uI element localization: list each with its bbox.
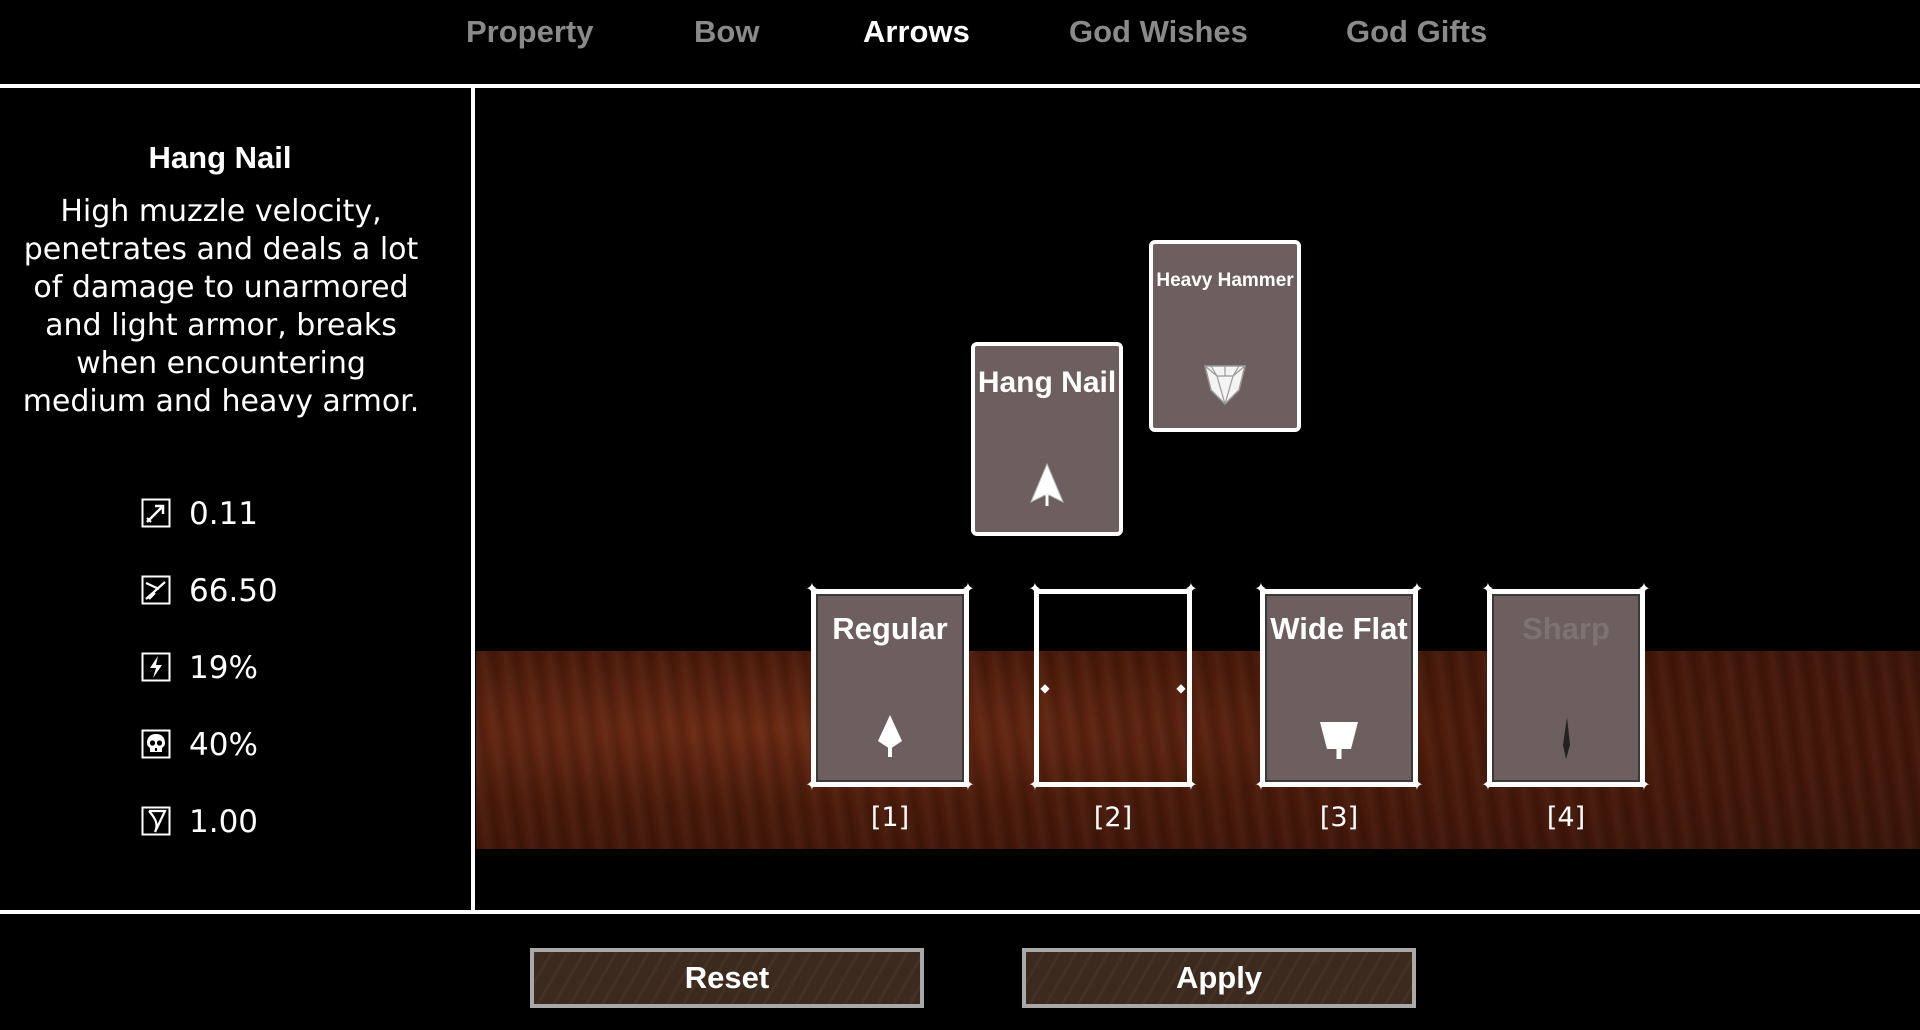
tab-property[interactable]: Property [466, 14, 593, 54]
slot-number-4: [4] [1546, 802, 1586, 833]
arrow-workbench: Hang Nail Heavy Hammer ✦ ✦ ✦ ✦ Regular [… [476, 88, 1920, 910]
heavy-hammer-arrowhead-icon [1204, 365, 1246, 406]
arrow-description: High muzzle velocity, penetrates and dea… [22, 194, 420, 419]
wide-flat-arrowhead-icon [1320, 722, 1358, 759]
corner-ornament: ✦ [1410, 581, 1424, 598]
corner-ornament: ✦ [1410, 777, 1424, 794]
stat-critical-value: 40% [189, 727, 258, 763]
tab-bar: Property Bow Arrows God Wishes God Gifts [0, 0, 1920, 84]
side-notch: ◆ [1040, 681, 1050, 695]
corner-ornament: ✦ [1184, 581, 1198, 598]
corner-ornament: ✦ [1254, 777, 1268, 794]
slot-number-3: [3] [1319, 802, 1359, 833]
arrow-info-panel: Hang Nail High muzzle velocity, penetrat… [0, 88, 471, 910]
tab-god-wishes[interactable]: God Wishes [1069, 14, 1248, 54]
stat-speed-value: 0.11 [189, 496, 259, 532]
corner-ornament: ✦ [805, 581, 819, 598]
slot-label: Regular [832, 611, 948, 646]
corner-ornament: ✦ [805, 777, 819, 794]
hang-nail-arrowhead-icon [1030, 462, 1064, 506]
arrow-speed-icon [141, 498, 171, 528]
corner-ornament: ✦ [1184, 777, 1198, 794]
stat-stun-value: 19% [189, 650, 258, 686]
corner-ornament: ✦ [1028, 777, 1042, 794]
choice-card-hang-nail[interactable]: Hang Nail [971, 342, 1123, 536]
bottom-divider [0, 910, 1920, 914]
panel-divider [471, 88, 475, 913]
slot-frame [1034, 589, 1192, 787]
tab-arrows[interactable]: Arrows [863, 14, 970, 54]
tab-god-gifts[interactable]: God Gifts [1346, 14, 1487, 54]
wood-shelf [476, 651, 1920, 849]
reset-button[interactable]: Reset [530, 948, 924, 1008]
bow-draw-icon [141, 806, 171, 836]
arrow-slot-1[interactable]: ✦ ✦ ✦ ✦ Regular [805, 581, 975, 794]
arrow-customization-screen: Property Bow Arrows God Wishes God Gifts… [0, 0, 1920, 1030]
regular-arrowhead-icon [878, 715, 902, 757]
arrow-slot-3[interactable]: ✦ ✦ ✦ ✦ Wide Flat [1254, 581, 1424, 794]
corner-ornament: ✦ [1637, 777, 1651, 794]
choice-card-heavy-hammer[interactable]: Heavy Hammer [1149, 240, 1301, 432]
choice-card-label: Heavy Hammer [1156, 270, 1294, 291]
lightning-icon [141, 652, 171, 682]
arrow-damage-icon [141, 575, 171, 605]
choice-card-label: Hang Nail [977, 366, 1117, 399]
tab-bow[interactable]: Bow [694, 14, 759, 54]
corner-ornament: ✦ [961, 581, 975, 598]
stat-draw-value: 1.00 [189, 804, 259, 840]
corner-ornament: ✦ [1254, 581, 1268, 598]
arrow-title: Hang Nail [148, 140, 292, 175]
slot-label: Sharp [1522, 611, 1610, 646]
slot-number-2: [2] [1093, 802, 1133, 833]
corner-ornament: ✦ [961, 777, 975, 794]
slot-number-1: [1] [870, 802, 910, 833]
corner-ornament: ✦ [1637, 581, 1651, 598]
corner-ornament: ✦ [1028, 581, 1042, 598]
arrow-slot-4[interactable]: ✦ ✦ ✦ ✦ Sharp [1481, 581, 1651, 794]
sharp-arrowhead-icon [1563, 717, 1570, 759]
skull-icon [141, 729, 171, 759]
slot-label: Wide Flat [1270, 611, 1408, 646]
corner-ornament: ✦ [1481, 581, 1495, 598]
corner-ornament: ✦ [1481, 777, 1495, 794]
apply-button[interactable]: Apply [1022, 948, 1416, 1008]
side-notch: ◆ [1176, 681, 1186, 695]
arrow-slot-2[interactable]: ✦ ✦ ✦ ✦ ◆ ◆ [1028, 581, 1198, 794]
stat-damage-value: 66.50 [189, 573, 278, 609]
